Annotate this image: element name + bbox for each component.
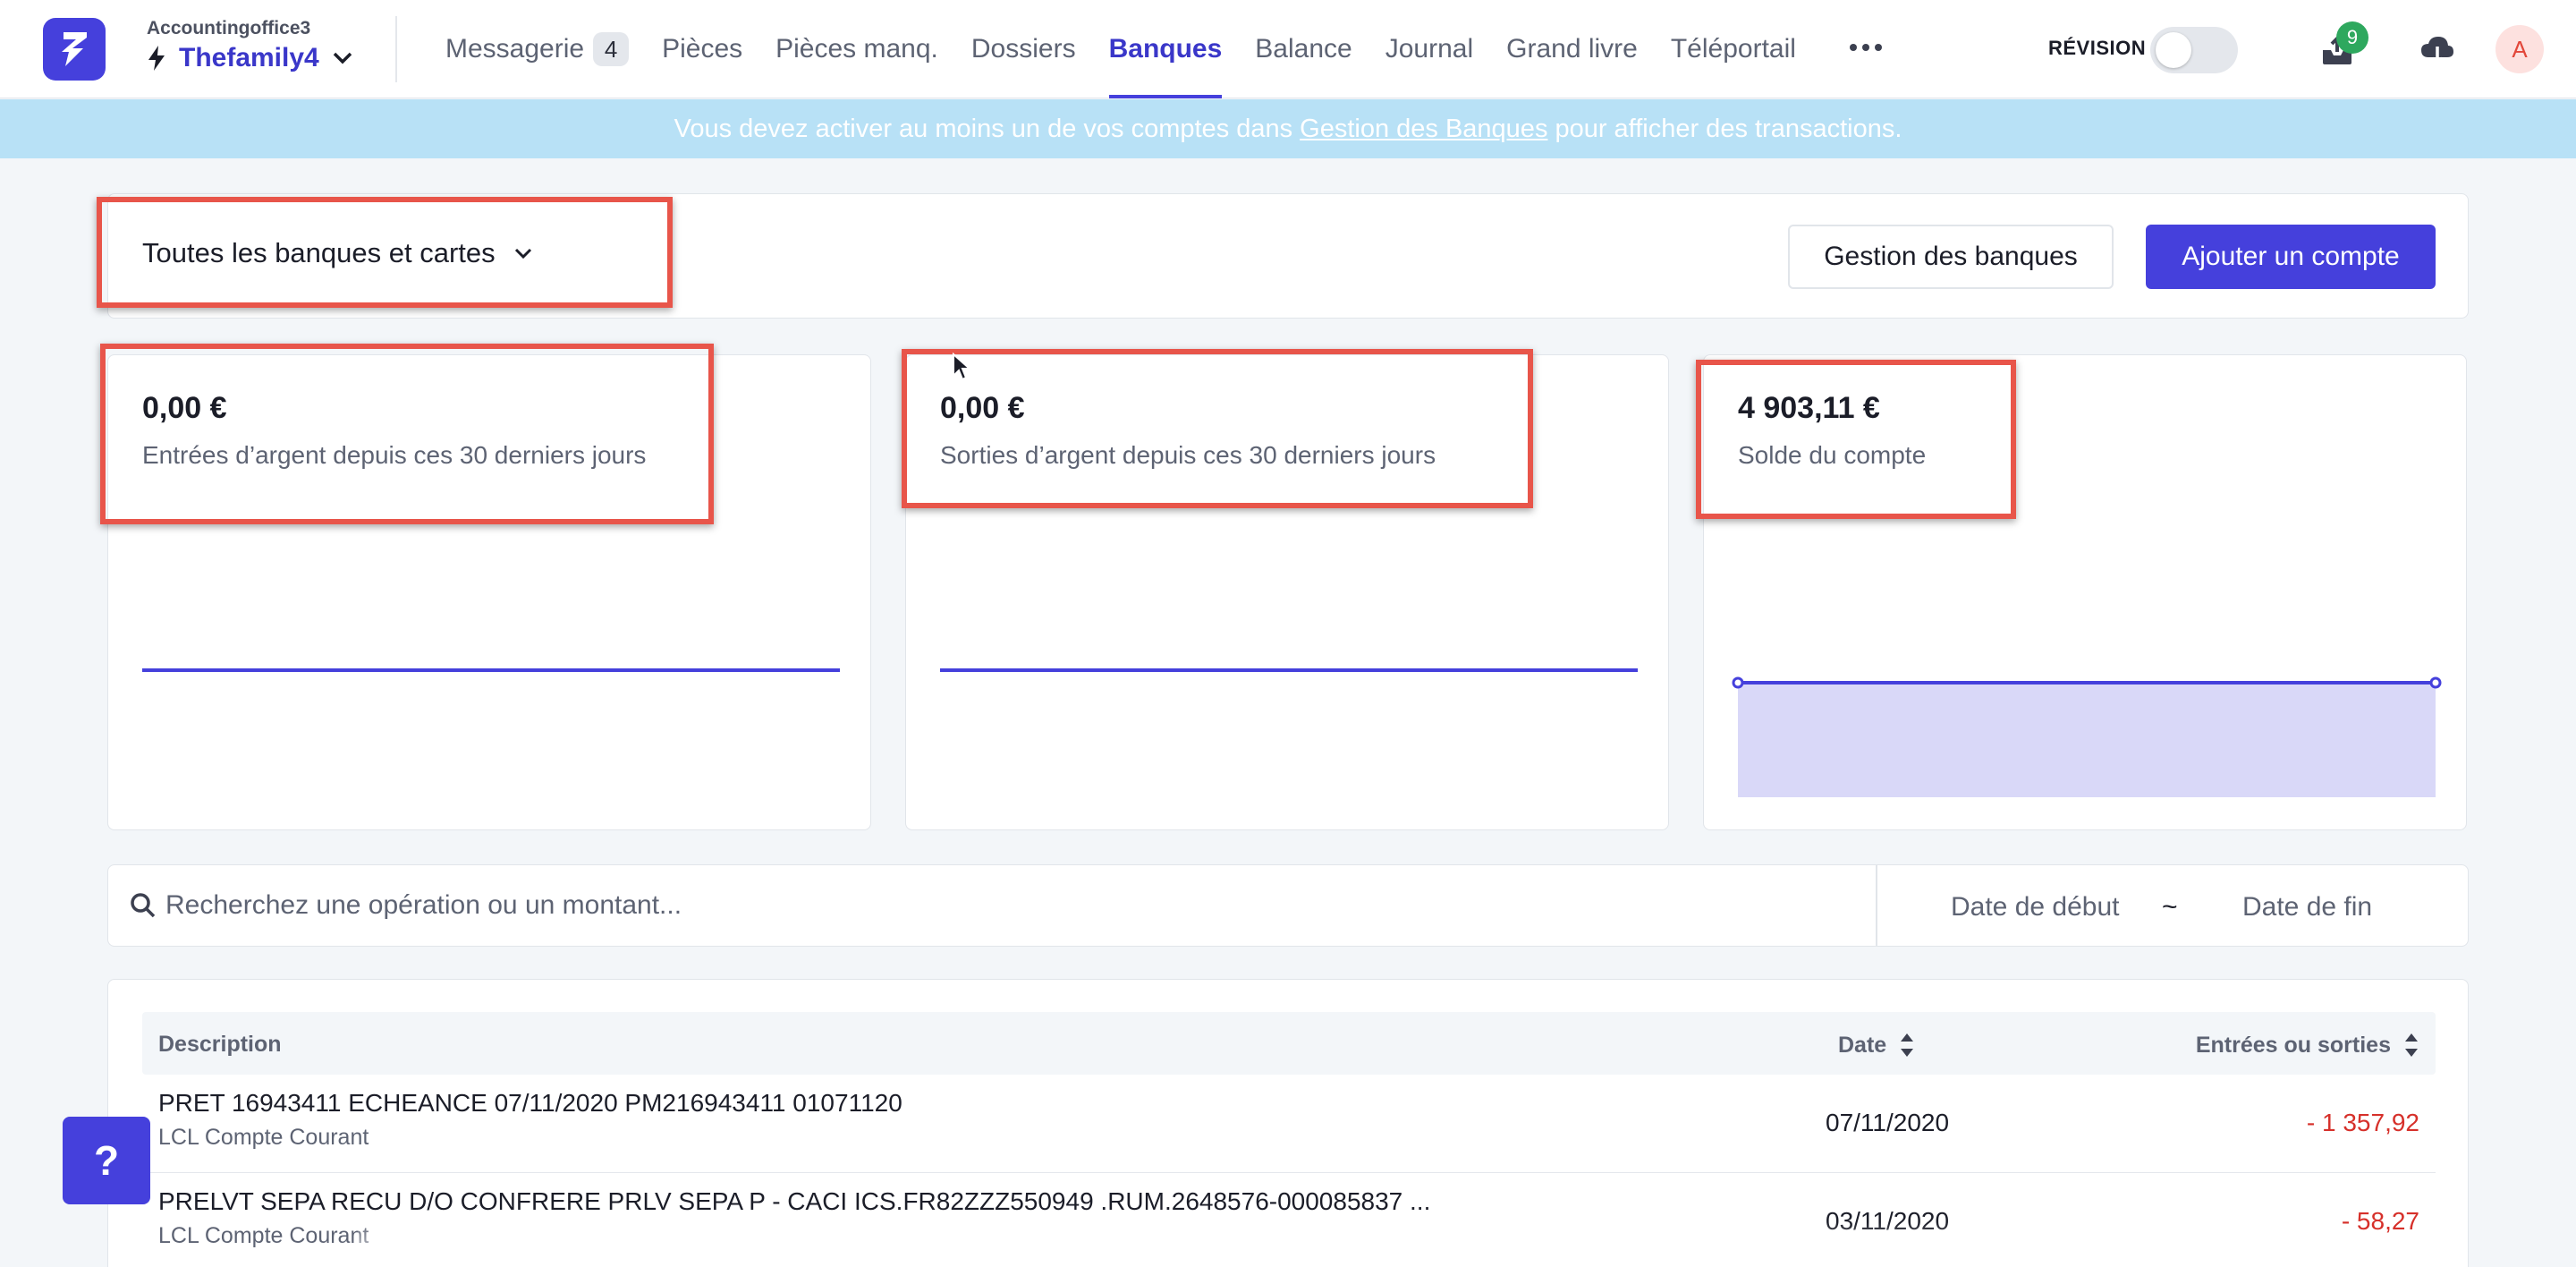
company-switcher[interactable]: Accountingoffice3 Thefamily4: [147, 18, 352, 72]
office-name: Accountingoffice3: [147, 18, 311, 38]
toggle-knob: [2156, 32, 2191, 68]
row-amount: - 1 357,92: [2306, 1109, 2419, 1136]
bank-select-value: Toutes les banques et cartes: [142, 237, 496, 268]
stat-card-outflows: 0,00 € Sorties d’argent depuis ces 30 de…: [905, 354, 1669, 830]
cloud-download-icon: [2421, 37, 2453, 66]
column-date-label: Date: [1838, 1032, 1887, 1058]
transaction-search-bar: Date de début ~ Date de fin: [107, 864, 2469, 947]
mouse-cursor-icon: [953, 353, 971, 381]
transactions-table: Description Date Entrées ou sorties PRET…: [107, 979, 2469, 1267]
app-logo[interactable]: [43, 18, 106, 81]
tab-pieces-manquantes[interactable]: Pièces manq.: [775, 0, 938, 98]
search-icon: [131, 893, 156, 918]
date-range-separator: ~: [2162, 892, 2178, 922]
message-count-badge: 4: [593, 32, 630, 66]
balance-area-chart: [1732, 676, 2442, 797]
chevron-down-icon: [514, 248, 531, 259]
column-description: Description: [158, 1032, 282, 1058]
column-amount-label: Entrées ou sorties: [2195, 1032, 2391, 1058]
tab-journal[interactable]: Journal: [1385, 0, 1473, 98]
column-description-label: Description: [158, 1032, 282, 1057]
table-row[interactable]: PRELVT SEPA RECU D/O CONFRERE PRLV SEPA …: [142, 1173, 2436, 1267]
table-header: Description Date Entrées ou sorties: [142, 1012, 2436, 1075]
search-input[interactable]: [165, 878, 1865, 933]
manage-banks-button[interactable]: Gestion des banques: [1788, 225, 2114, 289]
help-button[interactable]: ?: [63, 1117, 150, 1204]
row-bank: LCL Compte Courant: [158, 1125, 369, 1150]
search-divider: [1876, 865, 1877, 946]
cloud-download-button[interactable]: [2415, 30, 2460, 70]
notification-count-badge: 9: [2336, 21, 2368, 54]
add-account-button[interactable]: Ajouter un compte: [2146, 225, 2436, 289]
info-banner: Vous devez activer au moins un de vos co…: [0, 99, 2576, 158]
tab-pieces[interactable]: Pièces: [662, 0, 742, 98]
banner-text-before: Vous devez activer au moins un de vos co…: [674, 114, 1293, 143]
sort-icon: [1901, 1033, 1914, 1057]
inflows-sparkline: [142, 668, 840, 672]
tab-label: Messagerie: [445, 34, 585, 64]
header-divider: [395, 16, 397, 82]
tab-messagerie[interactable]: Messagerie 4: [445, 0, 630, 98]
user-avatar[interactable]: A: [2496, 25, 2544, 73]
bolt-icon: [148, 46, 165, 71]
banner-gestion-banques-link[interactable]: Gestion des Banques: [1300, 115, 1547, 144]
date-end-input[interactable]: Date de fin: [2242, 892, 2372, 923]
tab-grand-livre[interactable]: Grand livre: [1506, 0, 1638, 98]
sort-icon: [2405, 1033, 2418, 1057]
column-amount-sort[interactable]: Entrées ou sorties: [2196, 1032, 2419, 1059]
revision-toggle[interactable]: [2150, 27, 2238, 73]
banner-text-after: pour afficher des transactions.: [1555, 114, 1902, 143]
row-date: 03/11/2020: [1826, 1207, 1950, 1235]
stat-card-inflows: 0,00 € Entrées d’argent depuis ces 30 de…: [107, 354, 871, 830]
revision-label: RÉVISION: [2048, 37, 2147, 59]
stat-card-balance: 4 903,11 € Solde du compte: [1703, 354, 2467, 830]
bank-select-dropdown[interactable]: Toutes les banques et cartes: [142, 237, 533, 269]
tab-balance[interactable]: Balance: [1255, 0, 1352, 98]
row-description: PRELVT SEPA RECU D/O CONFRERE PRLV SEPA …: [158, 1187, 1431, 1215]
row-date: 07/11/2020: [1826, 1109, 1950, 1136]
more-menu-icon[interactable]: [1850, 34, 1882, 61]
row-description: PRET 16943411 ECHEANCE 07/11/2020 PM2169…: [158, 1089, 902, 1117]
tab-dossiers[interactable]: Dossiers: [971, 0, 1076, 98]
tab-banques[interactable]: Banques: [1108, 0, 1222, 98]
main-nav: Messagerie 4 Pièces Pièces manq. Dossier…: [445, 0, 1796, 98]
row-amount: - 58,27: [2341, 1207, 2419, 1235]
top-navigation-bar: Accountingoffice3 Thefamily4 Messagerie …: [0, 0, 2576, 98]
bank-filter-card: Toutes les banques et cartes Gestion des…: [107, 193, 2469, 319]
tab-teleportail[interactable]: Téléportail: [1671, 0, 1796, 98]
column-date-sort[interactable]: Date: [1838, 1032, 1915, 1059]
date-start-input[interactable]: Date de début: [1951, 892, 2119, 923]
company-name: Thefamily4: [179, 43, 319, 72]
chevron-down-icon: [333, 52, 352, 64]
table-row[interactable]: PRET 16943411 ECHEANCE 07/11/2020 PM2169…: [142, 1075, 2436, 1173]
outflows-sparkline: [940, 668, 1638, 672]
lightning-logo-icon: [62, 32, 87, 66]
row-bank: LCL Compte Courant: [158, 1223, 369, 1248]
